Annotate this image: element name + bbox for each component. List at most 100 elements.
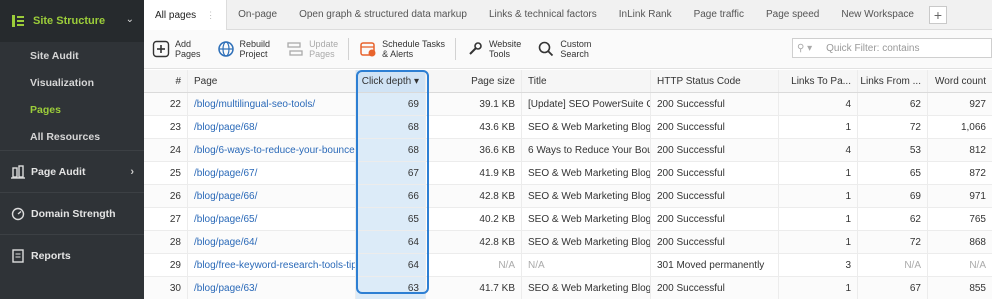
col-header-word-count[interactable]: Word count: [928, 70, 992, 92]
table-row[interactable]: 22/blog/multilingual-seo-tools/69 39.1 KB…: [144, 93, 992, 116]
sidebar-section-reports[interactable]: Reports: [0, 234, 144, 276]
schedule-tasks-button[interactable]: Schedule Tasks & Alerts: [351, 39, 453, 59]
website-label-2: Tools: [488, 49, 510, 59]
cell-from: 72: [858, 116, 928, 138]
add-tab-button[interactable]: +: [929, 5, 947, 24]
tab-page-speed[interactable]: Page speed: [755, 0, 830, 30]
table-header-row: # Page Click depth ▾ Page size Title HTT…: [144, 70, 992, 93]
table-row[interactable]: 25/blog/page/67/67 41.9 KB SEO & Web Marke…: [144, 162, 992, 185]
cell-page[interactable]: /blog/page/65/: [188, 208, 356, 230]
sidebar-section-site-structure[interactable]: Site Structure ⌄: [0, 0, 144, 42]
tab-links-technical[interactable]: Links & technical factors: [478, 0, 608, 30]
search-icon: [539, 41, 554, 57]
cell-links: 1: [779, 277, 858, 299]
sidebar: Site Structure ⌄ Site Audit Visualizatio…: [0, 0, 144, 299]
sidebar-item-site-audit[interactable]: Site Audit: [0, 42, 144, 69]
gauge-icon: [11, 207, 25, 220]
cell-status: 200 Successful: [651, 116, 779, 138]
cell-depth: 67: [356, 162, 426, 184]
col-header-links-to-page[interactable]: Links To Pa...: [779, 70, 858, 92]
rebuild-project-button[interactable]: Rebuild Project: [209, 39, 279, 59]
cell-links: 1: [779, 185, 858, 207]
table-row[interactable]: 28/blog/page/64/64 42.8 KB SEO & Web Marke…: [144, 231, 992, 254]
cell-num: 23: [144, 116, 188, 138]
col-header-click-depth[interactable]: Click depth ▾: [356, 70, 426, 92]
cell-page[interactable]: /blog/page/66/: [188, 185, 356, 207]
table-row[interactable]: 23/blog/page/68/68 43.6 KB SEO & Web Marke…: [144, 116, 992, 139]
tab-page-traffic[interactable]: Page traffic: [683, 0, 755, 30]
filter-search-icon[interactable]: ⚲ ▾: [797, 43, 812, 54]
tab-new-workspace[interactable]: New Workspace: [830, 0, 925, 30]
cell-links: 4: [779, 93, 858, 115]
cell-words: 971: [969, 190, 986, 202]
cell-size: 36.6 KB: [426, 139, 522, 161]
tab-open-graph[interactable]: Open graph & structured data markup: [288, 0, 478, 30]
cell-num: 24: [144, 139, 188, 161]
cell-page[interactable]: /blog/6-ways-to-reduce-your-bounce-rat..…: [188, 139, 356, 161]
tab-all-pages[interactable]: All pages ⋮: [144, 0, 228, 31]
cell-depth: 64: [356, 254, 426, 276]
sidebar-item-visualization[interactable]: Visualization: [0, 69, 144, 96]
tab-inlink-rank[interactable]: InLink Rank: [608, 0, 683, 30]
add-label-1: Add: [175, 39, 192, 49]
website-tools-button[interactable]: Website Tools: [458, 39, 529, 59]
tab-menu-icon[interactable]: ⋮: [206, 10, 215, 21]
sidebar-section-label: Page Audit: [31, 165, 86, 178]
table-row[interactable]: 29/blog/free-keyword-research-tools-tips…: [144, 254, 992, 277]
cell-from: 67: [858, 277, 928, 299]
cell-from: 62: [858, 93, 928, 115]
table-row[interactable]: 27/blog/page/65/65 40.2 KB SEO & Web Marke…: [144, 208, 992, 231]
col-header-num[interactable]: #: [144, 70, 188, 92]
add-pages-button[interactable]: Add Pages: [144, 39, 209, 59]
cell-size: 39.1 KB: [426, 93, 522, 115]
cell-size: 40.2 KB: [426, 208, 522, 230]
cell-size: N/A: [426, 254, 522, 276]
cell-status: 200 Successful: [651, 277, 779, 299]
sidebar-section-page-audit[interactable]: Page Audit ›: [0, 150, 144, 192]
quick-filter-input[interactable]: ⚲ ▾ Quick Filter: contains: [792, 38, 992, 58]
tab-label: All pages: [155, 9, 197, 21]
sidebar-section-domain-strength[interactable]: Domain Strength: [0, 192, 144, 234]
rebuild-label-2: Project: [239, 49, 268, 59]
cell-page[interactable]: /blog/multilingual-seo-tools/: [188, 93, 356, 115]
cell-page[interactable]: /blog/page/68/: [188, 116, 356, 138]
table-row[interactable]: 26/blog/page/66/66 42.8 KB SEO & Web Marke…: [144, 185, 992, 208]
globe-refresh-icon: [217, 41, 234, 57]
cell-words: N/A: [969, 259, 986, 271]
cell-words: 927: [969, 98, 986, 110]
add-label-2: Pages: [175, 49, 201, 59]
col-header-page-size[interactable]: Page size: [426, 70, 522, 92]
sidebar-item-all-resources[interactable]: All Resources: [0, 123, 144, 150]
cell-title: SEO & Web Marketing Blog ...: [522, 208, 651, 230]
sidebar-section-label: Domain Strength: [31, 207, 116, 220]
custom-label-1: Custom: [560, 39, 592, 49]
cell-page[interactable]: /blog/page/67/: [188, 162, 356, 184]
cell-size: 42.8 KB: [426, 231, 522, 253]
col-header-links-from-page[interactable]: Links From ...: [858, 70, 928, 92]
cell-from: 53: [858, 139, 928, 161]
cell-title: SEO & Web Marketing Blog ...: [522, 185, 651, 207]
custom-search-button[interactable]: Custom Search: [529, 39, 599, 59]
chevron-down-icon[interactable]: ⌄: [126, 14, 134, 25]
tab-on-page[interactable]: On-page: [227, 0, 288, 30]
update-pages-button[interactable]: Update Pages: [278, 39, 346, 59]
table-row[interactable]: 30/blog/page/63/63 41.7 KB SEO & Web Marke…: [144, 277, 992, 299]
cell-depth: 69: [356, 93, 426, 115]
cell-page[interactable]: /blog/page/63/: [188, 277, 356, 299]
col-header-title[interactable]: Title: [522, 70, 651, 92]
cell-depth: 68: [356, 116, 426, 138]
cell-links: 1: [779, 208, 858, 230]
custom-label-2: Search: [560, 49, 589, 59]
cell-page[interactable]: /blog/free-keyword-research-tools-tips/: [188, 254, 356, 276]
sidebar-item-pages[interactable]: Pages: [0, 96, 144, 123]
cell-page[interactable]: /blog/page/64/: [188, 231, 356, 253]
table-row[interactable]: 24/blog/6-ways-to-reduce-your-bounce-rat…: [144, 139, 992, 162]
cell-from: 69: [858, 185, 928, 207]
cell-words: 855: [969, 282, 986, 294]
cell-status: 200 Successful: [651, 208, 779, 230]
toolbar-divider: [348, 38, 350, 60]
col-header-page[interactable]: Page: [188, 70, 356, 92]
cell-from: N/A: [858, 254, 928, 276]
col-header-http-status[interactable]: HTTP Status Code: [651, 70, 779, 92]
plus-icon: [152, 40, 170, 58]
